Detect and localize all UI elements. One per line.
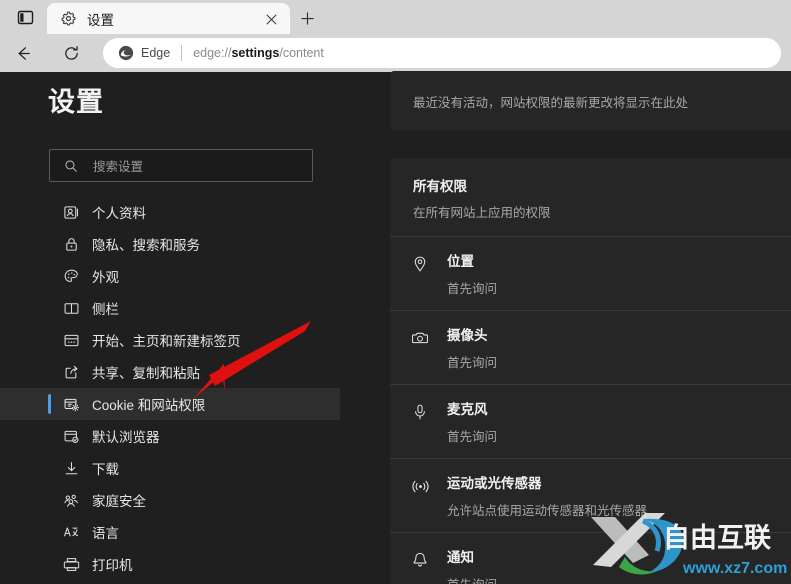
arrow-left-icon[interactable] (9, 39, 37, 67)
sidebar-item-label: 外观 (92, 270, 119, 285)
browser-chrome: 设置 Edge edge://settings/content (0, 0, 791, 72)
permission-row-notifications[interactable]: 通知 首先询问 (390, 533, 791, 584)
sidebar-item-label: 开始、主页和新建标签页 (92, 334, 241, 349)
sidebar-item-label: 个人资料 (92, 206, 146, 221)
settings-sidebar: 设置 搜索设置 个人资料 隐私、搜索和服务 外观 侧栏 开始、主页和新建标签页 … (0, 72, 340, 584)
settings-page: 设置 搜索设置 个人资料 隐私、搜索和服务 外观 侧栏 开始、主页和新建标签页 … (0, 71, 791, 584)
page-title: 设置 (48, 87, 104, 117)
omnibox-divider (181, 45, 183, 61)
url-prefix: edge:// (193, 46, 232, 60)
permission-row-microphone[interactable]: 麦克风 首先询问 (390, 385, 791, 459)
all-permissions-title: 所有权限 (413, 179, 467, 194)
sidebar-item-label: 下载 (92, 462, 119, 477)
sidebar-item-label: Cookie 和网站权限 (92, 398, 206, 413)
sidebar-item-profile[interactable]: 个人资料 (0, 196, 340, 228)
close-icon[interactable] (262, 10, 280, 28)
sidebar-item-sidebar[interactable]: 侧栏 (0, 292, 340, 324)
new-tab-button[interactable] (293, 5, 321, 31)
tab-title: 设置 (87, 12, 114, 28)
sidebar-item-label: 家庭安全 (92, 494, 146, 509)
location-icon (410, 254, 430, 274)
search-settings-box[interactable]: 搜索设置 (49, 149, 313, 182)
settings-content: 最近没有活动，网站权限的最新更改将显示在此处 所有权限 在所有网站上应用的权限 (340, 71, 791, 584)
all-permissions-subtitle: 在所有网站上应用的权限 (413, 206, 551, 220)
gear-icon (59, 10, 77, 28)
sidebar-item-label: 侧栏 (92, 302, 119, 317)
permission-row-camera[interactable]: 摄像头 首先询问 (390, 311, 791, 385)
permission-row-motion-or-light-sensors[interactable]: 运动或光传感器 允许站点使用运动传感器和光传感器 (390, 459, 791, 533)
permission-status: 首先询问 (447, 282, 498, 296)
cookie-settings-icon (62, 395, 80, 413)
url-suffix: /content (279, 46, 324, 60)
edge-logo-icon (117, 45, 134, 62)
sidebar-item-start-home-newtab[interactable]: 开始、主页和新建标签页 (0, 324, 340, 356)
share-icon (62, 363, 80, 381)
sidebar-item-label: 打印机 (92, 558, 133, 573)
tab-strip: 设置 (0, 0, 791, 34)
browser-tab[interactable]: 设置 (47, 3, 290, 34)
sidebar-item-languages[interactable]: 语言 (0, 516, 340, 548)
microphone-icon (410, 402, 430, 422)
sidebar-item-share-copy-paste[interactable]: 共享、复制和粘贴 (0, 356, 340, 388)
all-permissions-card: 所有权限 在所有网站上应用的权限 位置 首先询问 摄像头 首先询问 麦克风 首先… (390, 158, 791, 584)
permission-status: 首先询问 (447, 356, 498, 370)
address-bar[interactable]: Edge edge://settings/content (103, 38, 781, 68)
lock-icon (62, 235, 80, 253)
sidebar-nav-list: 个人资料 隐私、搜索和服务 外观 侧栏 开始、主页和新建标签页 共享、复制和粘贴… (0, 196, 340, 580)
language-icon (62, 523, 80, 541)
permission-title: 位置 (447, 254, 474, 269)
sidebar-icon (62, 299, 80, 317)
permission-title: 通知 (447, 550, 474, 565)
sidebar-item-label: 语言 (92, 526, 119, 541)
recent-activity-card: 最近没有活动，网站权限的最新更改将显示在此处 (390, 71, 791, 131)
bell-icon (410, 550, 430, 570)
sidebar-item-cookies-and-site-permissions[interactable]: Cookie 和网站权限 (0, 388, 340, 420)
profile-icon (62, 203, 80, 221)
search-input-placeholder: 搜索设置 (93, 160, 144, 174)
recent-activity-empty-text: 最近没有活动，网站权限的最新更改将显示在此处 (413, 96, 689, 110)
browser-toolbar: Edge edge://settings/content (0, 34, 791, 72)
camera-icon (410, 328, 430, 348)
omnibox-url: edge://settings/content (193, 46, 324, 60)
sidebar-item-family-safety[interactable]: 家庭安全 (0, 484, 340, 516)
palette-icon (62, 267, 80, 285)
download-icon (62, 459, 80, 477)
url-bold: settings (231, 46, 280, 60)
sensor-icon (410, 476, 430, 496)
sidebar-item-label: 隐私、搜索和服务 (92, 238, 200, 253)
omnibox-brand-label: Edge (141, 46, 171, 60)
all-permissions-header: 所有权限 在所有网站上应用的权限 (390, 158, 791, 237)
start-page-icon (62, 331, 80, 349)
permission-title: 麦克风 (447, 402, 488, 417)
sidebar-item-label: 默认浏览器 (92, 430, 160, 445)
sidebar-item-printers[interactable]: 打印机 (0, 548, 340, 580)
browser-window: 设置 Edge edge://settings/content 设置 搜索设置 … (0, 0, 791, 584)
printer-icon (62, 555, 80, 573)
family-icon (62, 491, 80, 509)
permission-status: 首先询问 (447, 574, 791, 584)
sidebar-item-default-browser[interactable]: 默认浏览器 (0, 420, 340, 452)
sidebar-panel-icon[interactable] (9, 4, 41, 30)
permission-row-location[interactable]: 位置 首先询问 (390, 237, 791, 311)
sidebar-item-appearance[interactable]: 外观 (0, 260, 340, 292)
permission-title: 摄像头 (447, 328, 488, 343)
sidebar-item-label: 共享、复制和粘贴 (92, 366, 200, 381)
sidebar-item-downloads[interactable]: 下载 (0, 452, 340, 484)
permission-title: 运动或光传感器 (447, 476, 542, 491)
permission-status: 允许站点使用运动传感器和光传感器 (447, 504, 648, 518)
default-browser-icon (62, 427, 80, 445)
search-icon (63, 158, 79, 174)
permission-status: 首先询问 (447, 430, 498, 444)
sidebar-item-privacy[interactable]: 隐私、搜索和服务 (0, 228, 340, 260)
reload-icon[interactable] (57, 39, 85, 67)
